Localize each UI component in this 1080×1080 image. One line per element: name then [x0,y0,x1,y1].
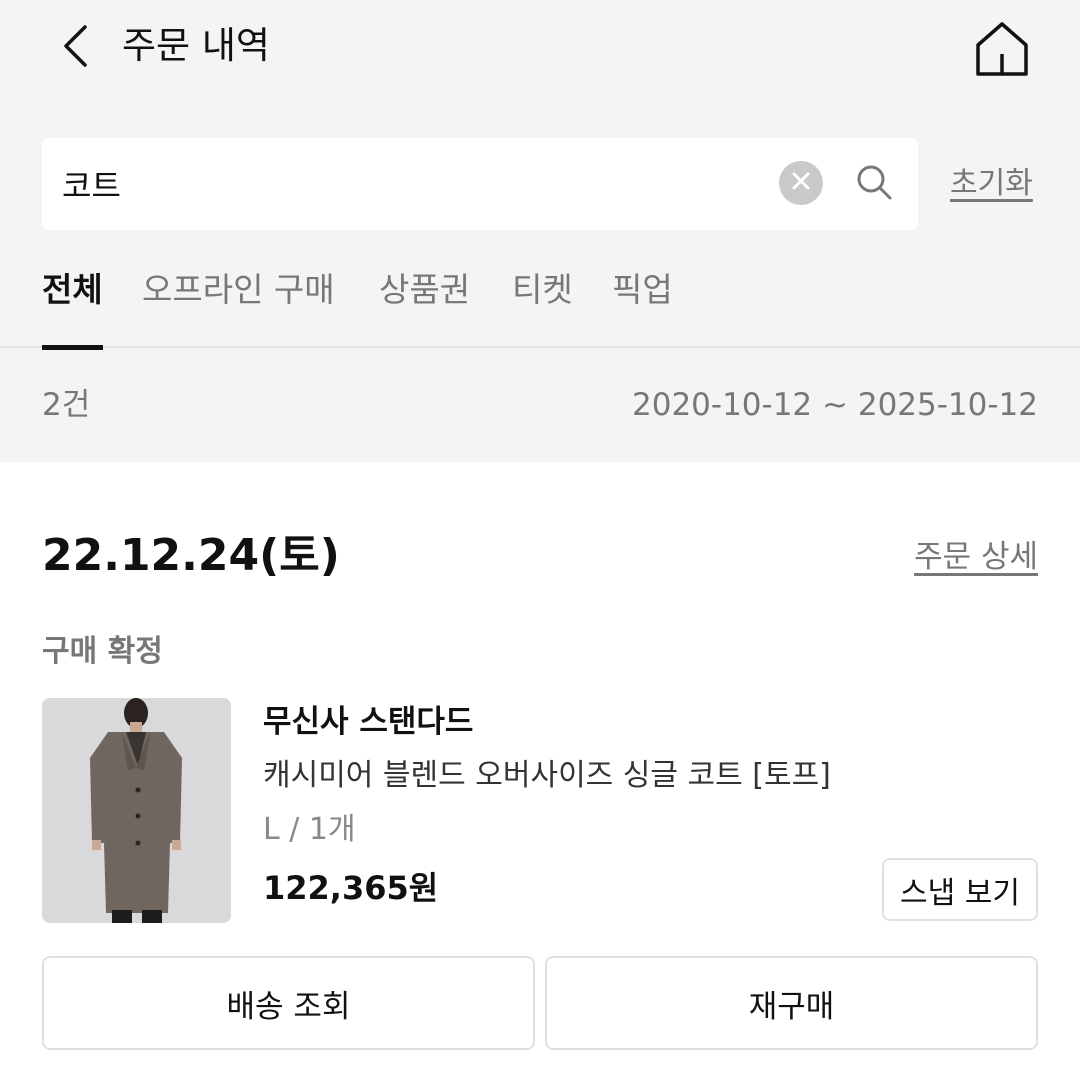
search-icon [855,163,893,205]
top-section: 주문 내역 초기화 전체 오프라인 구매 상품권 티켓 픽업 2건 2020-1… [0,0,1080,462]
tab-gift-card[interactable]: 상품권 [379,262,470,348]
back-button[interactable] [50,20,100,76]
search-box [42,138,918,230]
order-status: 구매 확정 [42,634,163,669]
search-button[interactable] [850,160,898,208]
close-icon [792,172,810,194]
tab-ticket[interactable]: 티켓 [512,262,573,348]
home-icon [974,20,1030,80]
product-name[interactable]: 캐시미어 블렌드 오버사이즈 싱글 코트 [토프] [263,754,831,798]
result-summary: 2건 2020-10-12 ~ 2025-10-12 [0,380,1080,430]
product-image[interactable] [42,698,231,923]
date-range-filter[interactable]: 2020-10-12 ~ 2025-10-12 [632,380,1038,430]
order-card: 22.12.24(토) 주문 상세 구매 확정 무신사 스탠다드 캐시미어 블렌… [0,462,1080,1080]
order-date: 22.12.24(토) [42,530,340,581]
product-price: 122,365원 [263,869,439,907]
tab-all[interactable]: 전체 [42,262,103,350]
chevron-left-icon [61,24,89,72]
tab-offline-purchase[interactable]: 오프라인 구매 [142,262,335,348]
search-input[interactable] [62,138,762,230]
page-title: 주문 내역 [122,24,270,67]
reset-button[interactable]: 초기화 [950,164,1033,204]
reorder-button[interactable]: 재구매 [545,956,1038,1050]
product-option: L / 1개 [263,812,356,847]
tab-pickup[interactable]: 픽업 [612,262,673,348]
track-delivery-button[interactable]: 배송 조회 [42,956,535,1050]
snap-view-button[interactable]: 스냅 보기 [882,858,1038,921]
clear-search-button[interactable] [779,161,823,205]
tab-bar: 전체 오프라인 구매 상품권 티켓 픽업 [0,262,1080,350]
home-button[interactable] [970,18,1034,82]
order-detail-link[interactable]: 주문 상세 [914,536,1038,578]
product-brand[interactable]: 무신사 스탠다드 [263,700,473,744]
result-count: 2건 [42,387,91,423]
header: 주문 내역 [0,0,1080,100]
